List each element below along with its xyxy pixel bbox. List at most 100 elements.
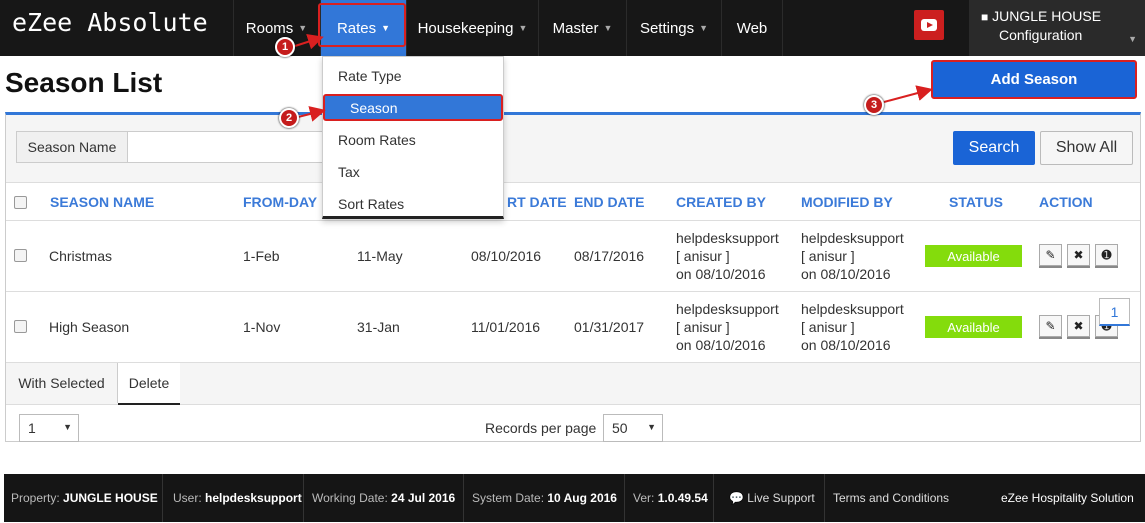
user-value: helpdesksupport <box>205 491 302 505</box>
show-all-button[interactable]: Show All <box>1040 131 1133 165</box>
chevron-down-icon: ▼ <box>647 422 656 432</box>
info-icon[interactable]: ➊ <box>1095 244 1118 266</box>
col-from-day[interactable]: FROM-DAY <box>243 194 317 210</box>
cell-modified-by: helpdesksupport [ anisur ] on 08/10/2016 <box>801 300 904 354</box>
col-end-date[interactable]: END DATE <box>574 194 645 210</box>
status-system-date: System Date: 10 Aug 2016 <box>472 491 617 505</box>
chevron-down-icon: ▼ <box>1128 34 1137 44</box>
arrow-step-3 <box>883 85 933 103</box>
cell-end-date: 08/17/2016 <box>574 248 645 264</box>
nav-housekeeping-label: Housekeeping <box>417 19 514 37</box>
company-name: eZee Hospitality Solution <box>1001 491 1134 505</box>
cell-end-date: 01/31/2017 <box>574 319 645 335</box>
chevron-down-icon: ▼ <box>699 23 709 33</box>
cell-from-day: 1-Nov <box>243 319 281 335</box>
modified-name: [ anisur ] <box>801 248 855 264</box>
menu-item-tax[interactable]: Tax <box>338 164 360 180</box>
modified-name: [ anisur ] <box>801 319 855 335</box>
property-label: Property: <box>11 491 60 505</box>
menu-item-rate-type[interactable]: Rate Type <box>338 68 402 84</box>
search-bar: Season Name Search Show All <box>6 115 1140 183</box>
season-name-input[interactable] <box>127 131 327 163</box>
col-season-name[interactable]: SEASON NAME <box>50 194 154 210</box>
table-row: Christmas 1-Feb 11-May 08/10/2016 08/17/… <box>6 221 1140 292</box>
working-date-label: Working Date: <box>312 491 388 505</box>
status-badge: Available <box>925 316 1022 338</box>
created-date: on 08/10/2016 <box>676 266 766 282</box>
annotation-badge-1: 1 <box>275 37 295 57</box>
version-value: 1.0.49.54 <box>657 491 708 505</box>
created-date: on 08/10/2016 <box>676 337 766 353</box>
nav-master[interactable]: Master ▼ <box>538 0 626 56</box>
records-per-page-value: 50 <box>612 420 628 436</box>
highlight-rates <box>318 3 406 47</box>
nav-rooms-label: Rooms <box>245 19 294 37</box>
user-section: Configuration <box>999 27 1083 43</box>
nav-web[interactable]: Web <box>721 0 783 56</box>
search-button[interactable]: Search <box>953 131 1035 165</box>
user-label: User: <box>173 491 202 505</box>
chevron-down-icon: ▼ <box>63 422 72 432</box>
working-date-value: 24 Jul 2016 <box>391 491 456 505</box>
status-user: User: helpdesksupport <box>173 491 302 505</box>
records-per-page-select[interactable]: 50 ▼ <box>603 414 663 442</box>
system-date-label: System Date: <box>472 491 545 505</box>
menu-item-sort-rates[interactable]: Sort Rates <box>338 196 404 212</box>
cell-season-name: High Season <box>49 319 130 335</box>
delete-icon[interactable]: ✖ <box>1067 244 1090 266</box>
terms-link[interactable]: Terms and Conditions <box>833 491 949 505</box>
status-working-date: Working Date: 24 Jul 2016 <box>312 491 455 505</box>
property-value: JUNGLE HOUSE <box>63 491 158 505</box>
delete-selected-button[interactable]: Delete <box>118 363 180 405</box>
edit-icon[interactable]: ✎ <box>1039 315 1062 337</box>
created-user: helpdesksupport <box>676 301 779 317</box>
col-action: ACTION <box>1039 194 1093 210</box>
modified-date: on 08/10/2016 <box>801 266 891 282</box>
delete-icon[interactable]: ✖ <box>1067 315 1090 337</box>
nav-housekeeping[interactable]: Housekeeping ▼ <box>406 0 538 56</box>
cell-to-day: 11-May <box>357 248 403 264</box>
col-start-date[interactable]: RT DATE <box>507 194 567 210</box>
system-date-value: 10 Aug 2016 <box>547 491 617 505</box>
nav-settings[interactable]: Settings ▼ <box>626 0 721 56</box>
with-selected-label: With Selected <box>6 363 118 403</box>
edit-icon[interactable]: ✎ <box>1039 244 1062 266</box>
select-all-checkbox[interactable] <box>14 196 27 209</box>
user-icon: ■ <box>981 10 989 24</box>
chevron-down-icon: ▼ <box>298 23 308 33</box>
nav-master-label: Master <box>552 19 599 37</box>
page-title: Season List <box>5 67 163 98</box>
nav-web-label: Web <box>736 19 768 37</box>
chevron-down-icon: ▼ <box>518 23 528 33</box>
table-header: SEASON NAME FROM-DAY RT DATE END DATE CR… <box>6 183 1140 221</box>
modified-user: helpdesksupport <box>801 301 904 317</box>
current-page-button[interactable]: 1 <box>1099 298 1130 326</box>
app-brand[interactable]: eZee Absolute <box>12 8 208 37</box>
annotation-badge-2: 2 <box>279 108 299 128</box>
status-badge: Available <box>925 245 1022 267</box>
cell-start-date: 11/01/2016 <box>471 319 541 335</box>
col-created-by[interactable]: CREATED BY <box>676 194 766 210</box>
menu-item-room-rates[interactable]: Room Rates <box>338 132 416 148</box>
cell-created-by: helpdesksupport [ anisur ] on 08/10/2016 <box>676 229 779 283</box>
pagination-bar: 1 ▼ Records per page 50 ▼ <box>6 405 1140 443</box>
add-season-button[interactable]: Add Season <box>931 60 1137 99</box>
status-property: Property: JUNGLE HOUSE <box>11 491 158 505</box>
nav-settings-label: Settings <box>639 19 695 37</box>
page-select[interactable]: 1 ▼ <box>19 414 79 442</box>
season-name-label: Season Name <box>16 131 128 163</box>
col-modified-by[interactable]: MODIFIED BY <box>801 194 893 210</box>
cell-season-name: Christmas <box>49 248 113 264</box>
chat-icon: 💬 <box>729 491 744 505</box>
live-support-link[interactable]: 💬 Live Support <box>729 491 815 505</box>
cell-start-date: 08/10/2016 <box>471 248 542 264</box>
row-checkbox[interactable] <box>14 320 27 333</box>
chevron-down-icon: ▼ <box>603 23 613 33</box>
youtube-icon[interactable] <box>914 10 944 40</box>
live-support-label: Live Support <box>747 491 815 505</box>
status-bar: Property: JUNGLE HOUSE User: helpdesksup… <box>4 474 1145 522</box>
row-checkbox[interactable] <box>14 249 27 262</box>
season-panel: Season Name Search Show All SEASON NAME … <box>5 112 1141 442</box>
user-menu[interactable]: ■ JUNGLE HOUSE Configuration ▼ <box>969 0 1145 56</box>
menu-item-season[interactable]: Season <box>323 94 503 121</box>
